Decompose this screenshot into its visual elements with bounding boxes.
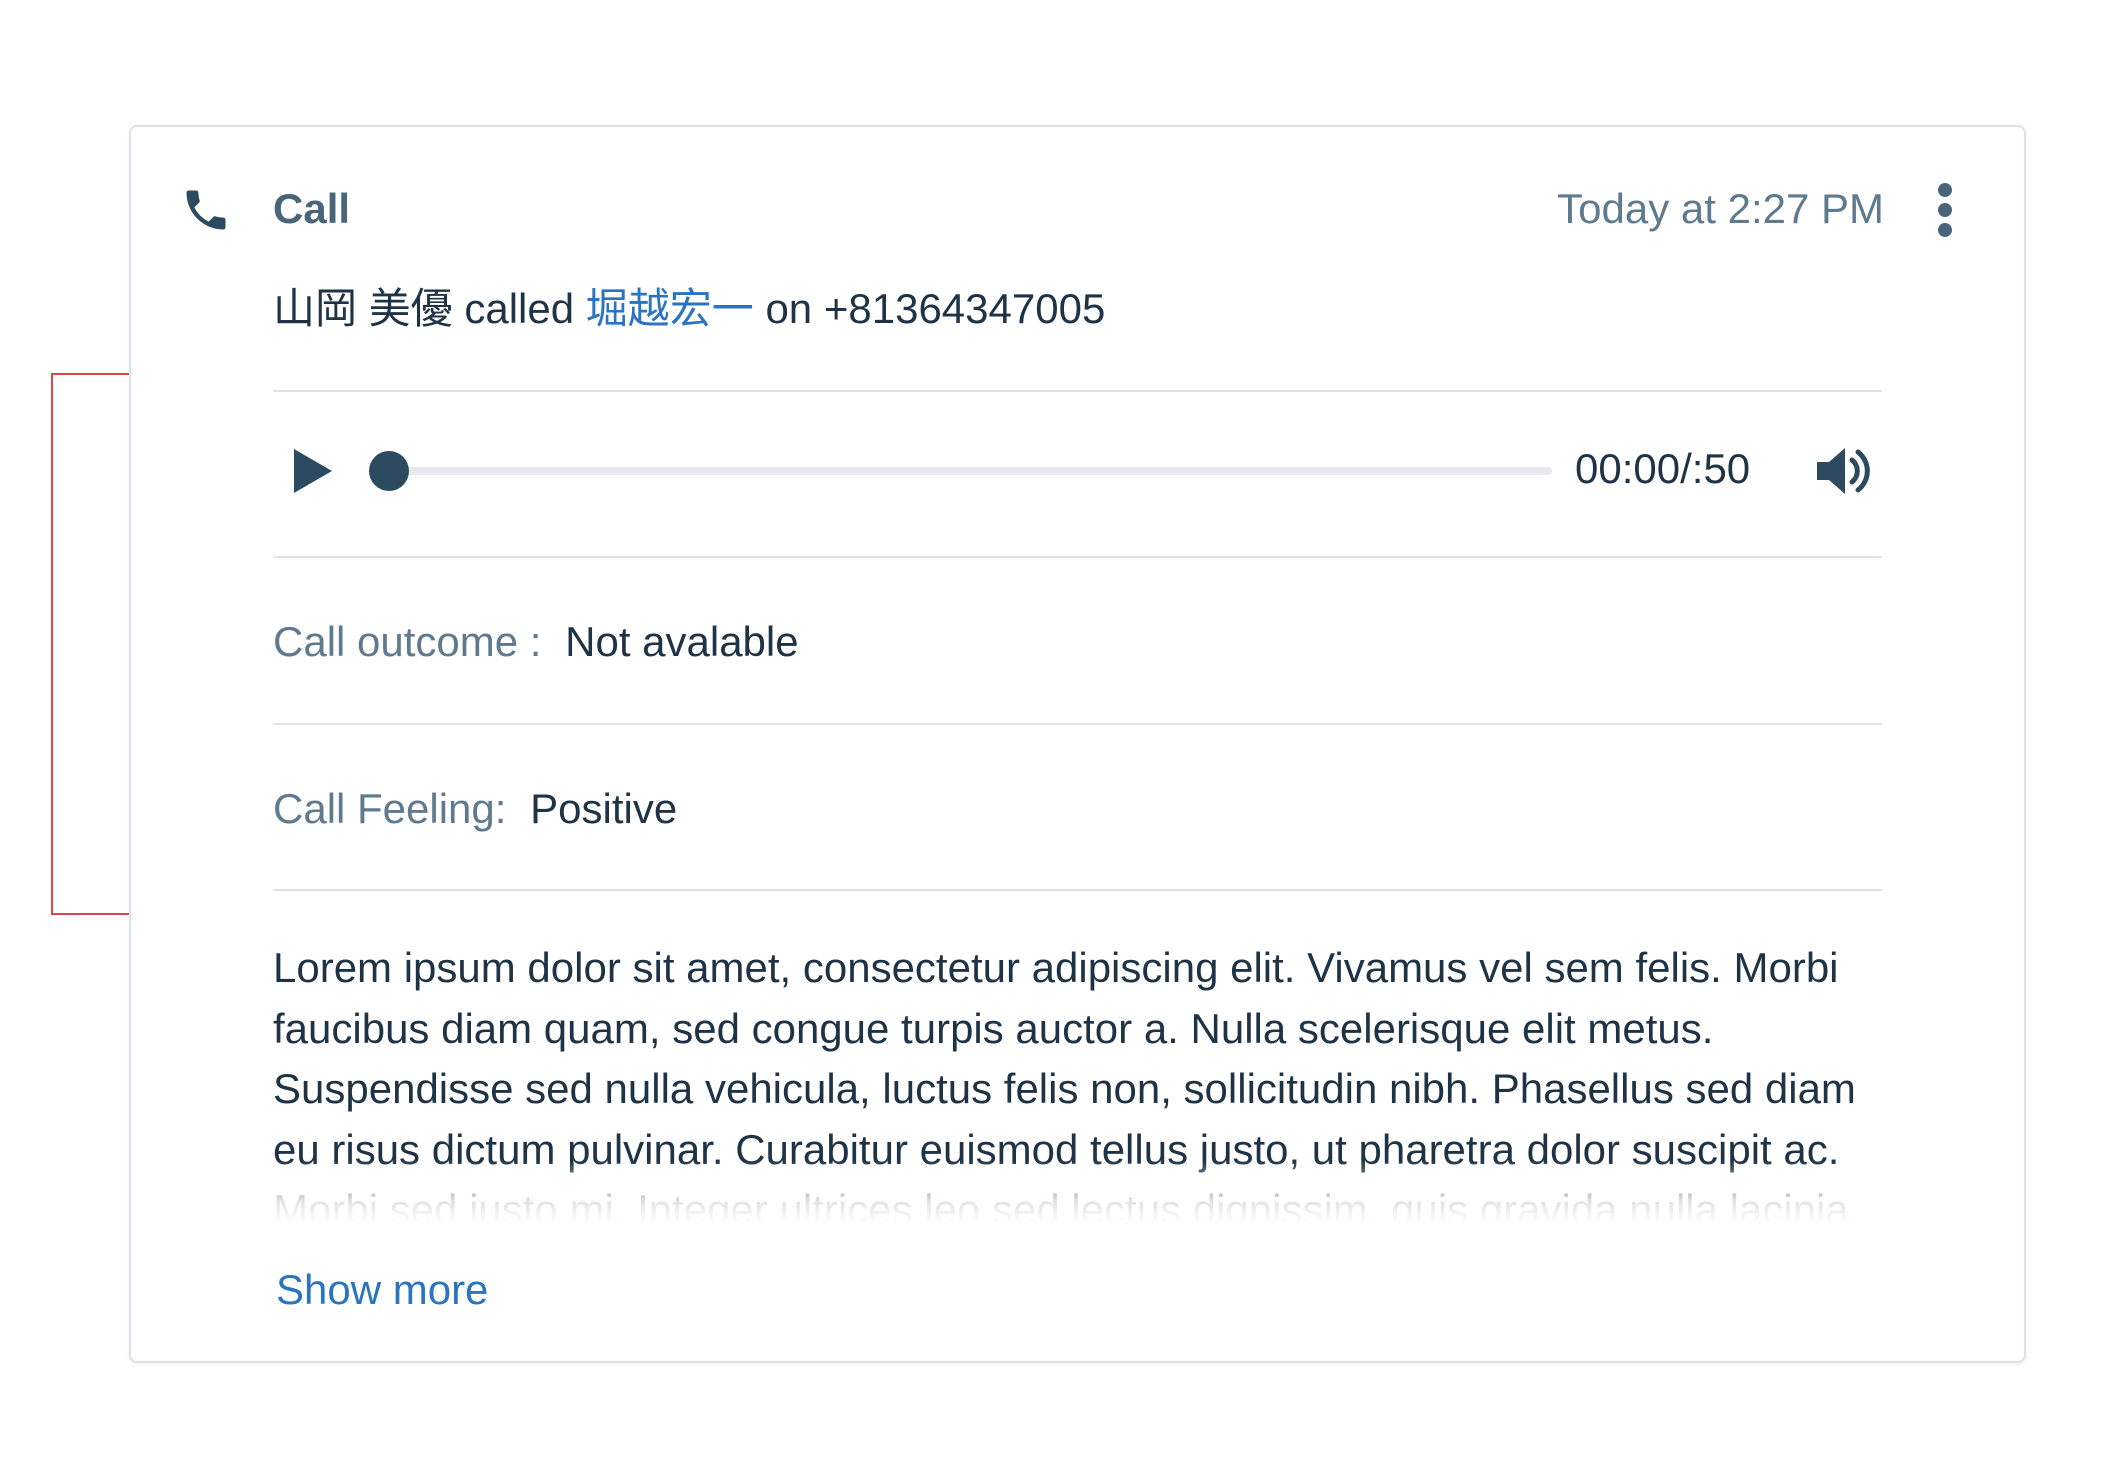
divider xyxy=(273,390,1882,392)
call-notes: Lorem ipsum dolor sit amet, consectetur … xyxy=(273,944,1861,1223)
summary-connector: on xyxy=(765,285,813,332)
call-outcome-row: Call outcome : Not avalable xyxy=(273,616,799,668)
audio-scrubber-handle[interactable] xyxy=(369,451,409,491)
activity-title: Call xyxy=(273,185,351,232)
audio-time-readout: 00:00/:50 xyxy=(1575,445,1751,492)
summary-verb: called xyxy=(464,285,575,332)
call-summary: 山岡 美優 called 堀越宏一 on +81364347005 xyxy=(273,282,1105,336)
more-vertical-icon[interactable] xyxy=(1930,183,1960,237)
call-outcome-value: Not avalable xyxy=(565,618,799,665)
phone-icon xyxy=(186,190,226,230)
caller-name: 山岡 美優 xyxy=(273,285,453,332)
callee-link[interactable]: 堀越宏一 xyxy=(586,285,754,332)
divider xyxy=(273,889,1882,891)
audio-progress-track[interactable] xyxy=(372,467,1552,475)
show-more-link[interactable]: Show more xyxy=(276,1264,488,1316)
divider xyxy=(273,556,1882,558)
call-feeling-row: Call Feeling: Positive xyxy=(273,783,677,835)
phone-number: +81364347005 xyxy=(823,285,1106,332)
volume-icon[interactable] xyxy=(1815,443,1875,499)
call-feeling-label: Call Feeling: xyxy=(273,785,507,832)
activity-timestamp: Today at 2:27 PM xyxy=(1557,185,1884,232)
call-feeling-value: Positive xyxy=(530,785,678,832)
divider xyxy=(273,723,1882,725)
play-icon[interactable] xyxy=(290,446,334,496)
call-outcome-label: Call outcome : xyxy=(273,618,542,665)
